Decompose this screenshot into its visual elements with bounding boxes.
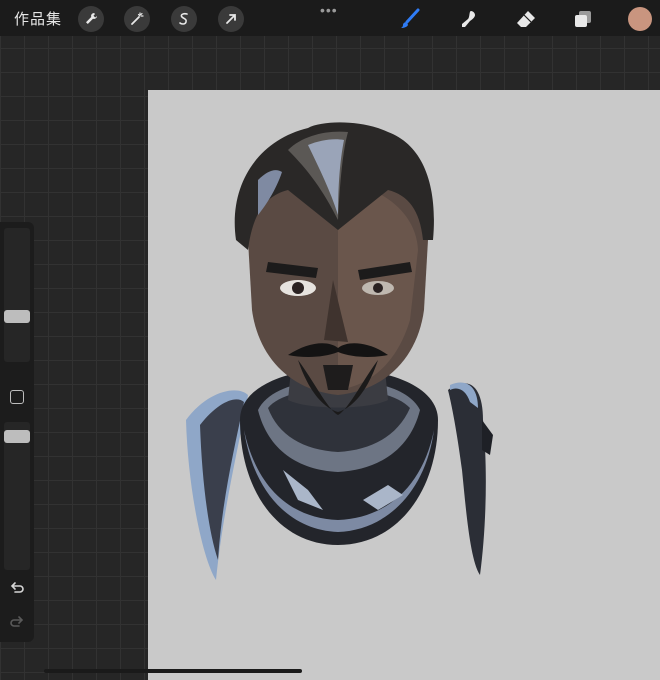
magic-wand-icon — [131, 12, 144, 25]
transform-button[interactable] — [218, 6, 244, 32]
color-picker-button[interactable] — [628, 7, 652, 31]
selection-icon — [179, 12, 188, 25]
selection-button[interactable] — [171, 6, 197, 32]
smudge-icon — [462, 11, 475, 27]
brush-tool-button[interactable] — [398, 7, 422, 31]
wrench-icon — [86, 13, 97, 24]
left-sidebar — [0, 222, 34, 642]
eraser-tool-button[interactable] — [514, 7, 538, 31]
redo-button[interactable] — [9, 614, 25, 630]
drawing-canvas[interactable] — [148, 90, 660, 680]
transform-arrow-icon — [226, 14, 236, 24]
opacity-slider[interactable] — [4, 422, 30, 570]
actions-button[interactable] — [78, 6, 104, 32]
layers-button[interactable] — [571, 7, 595, 31]
gallery-button[interactable]: 作品集 — [14, 8, 62, 29]
portrait-artwork — [186, 122, 493, 580]
redo-icon — [10, 616, 24, 627]
undo-button[interactable] — [9, 580, 25, 596]
top-toolbar: 作品集 ••• — [0, 0, 660, 36]
home-indicator[interactable] — [44, 669, 302, 673]
modify-square-button[interactable] — [10, 390, 24, 404]
more-options-handle[interactable]: ••• — [320, 2, 338, 18]
eraser-icon — [517, 11, 535, 27]
brush-size-slider[interactable] — [4, 228, 30, 362]
adjustments-button[interactable] — [124, 6, 150, 32]
brush-size-thumb[interactable] — [4, 310, 30, 323]
smudge-tool-button[interactable] — [456, 7, 480, 31]
opacity-thumb[interactable] — [4, 430, 30, 443]
brush-icon — [401, 8, 420, 28]
layers-icon — [575, 11, 591, 27]
undo-icon — [10, 582, 24, 593]
